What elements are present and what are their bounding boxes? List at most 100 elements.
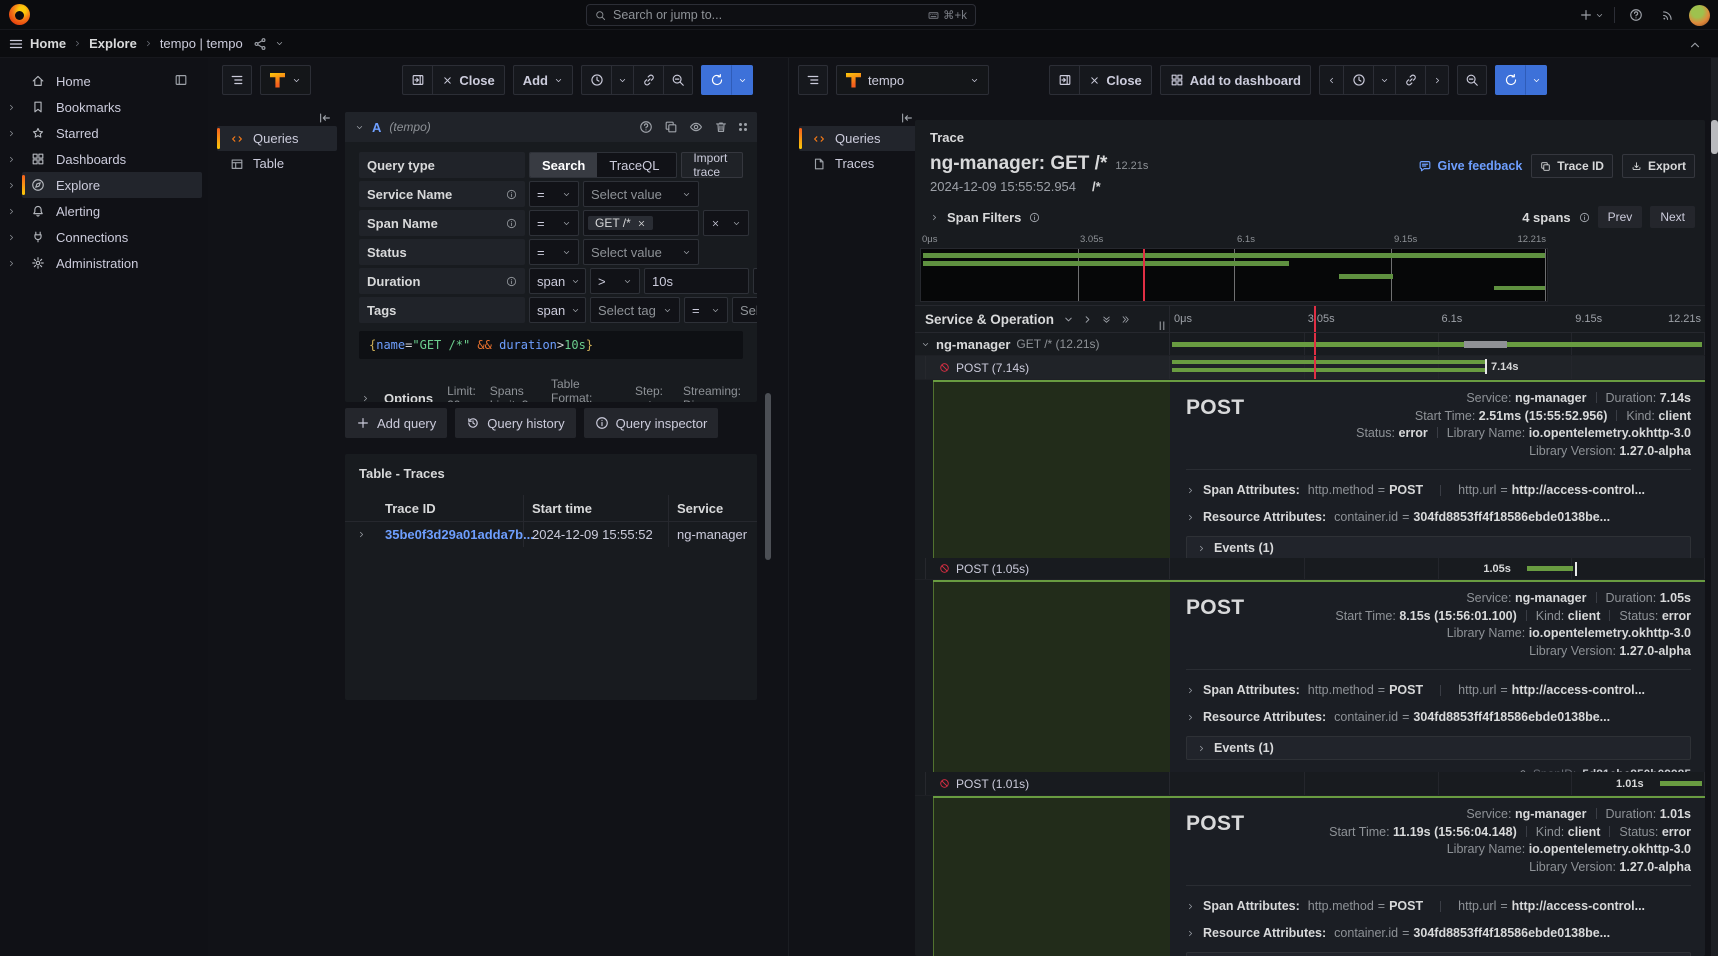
sidebar-item-administration[interactable]: Administration xyxy=(0,250,208,276)
column-trace-id[interactable]: Trace ID xyxy=(377,501,523,516)
time-picker-caret-left[interactable] xyxy=(611,65,633,95)
new-menu-button[interactable] xyxy=(1579,8,1604,22)
tags-operator[interactable]: = xyxy=(684,297,728,323)
collapse-topbar-button[interactable] xyxy=(1684,34,1706,56)
minimap-canvas[interactable] xyxy=(920,248,1548,302)
expand-all-icon[interactable] xyxy=(1120,314,1131,325)
tab-queries-left[interactable]: Queries xyxy=(217,126,337,151)
tab-traceql[interactable]: TraceQL xyxy=(597,153,671,177)
events-toggle[interactable]: Events (1) xyxy=(1186,736,1691,760)
span-bar-post-1[interactable] xyxy=(1172,360,1485,364)
expand-row-icon[interactable] xyxy=(357,530,366,539)
chevron-down-icon[interactable] xyxy=(921,340,930,349)
close-pane-button-right[interactable]: Close xyxy=(1079,65,1151,95)
column-resize-handle[interactable]: || xyxy=(1159,320,1166,330)
close-pane-button-left[interactable]: Close xyxy=(432,65,504,95)
span-name-operator[interactable]: = xyxy=(529,210,579,236)
tab-queries-right[interactable]: Queries xyxy=(799,126,919,151)
avatar[interactable] xyxy=(1689,5,1710,26)
run-query-caret-left[interactable] xyxy=(731,65,753,95)
duplicate-query-icon[interactable] xyxy=(664,120,678,134)
service-name-operator[interactable]: = xyxy=(529,181,579,207)
status-operator[interactable]: = xyxy=(529,239,579,265)
run-query-button-left[interactable] xyxy=(701,65,731,95)
page-scrollbar-thumb[interactable] xyxy=(1711,120,1718,154)
sidebar-item-starred[interactable]: Starred xyxy=(0,120,208,146)
next-result-button[interactable]: Next xyxy=(1650,206,1695,228)
collapse-sidebar-button-right[interactable] xyxy=(897,108,917,128)
events-toggle[interactable]: Events (1) xyxy=(1186,952,1691,956)
sidebar-item-dashboards[interactable]: Dashboards xyxy=(0,146,208,172)
grafana-logo-icon[interactable] xyxy=(9,4,30,25)
disable-query-icon[interactable] xyxy=(689,120,703,134)
time-picker-caret-right[interactable] xyxy=(1373,65,1395,95)
search-input[interactable]: Search or jump to... ⌘+k xyxy=(586,4,976,26)
link-button-right[interactable] xyxy=(1395,65,1425,95)
prev-result-button[interactable]: Prev xyxy=(1598,206,1643,228)
tab-table-left[interactable]: Table xyxy=(217,151,337,176)
trace-id-button[interactable]: Trace ID xyxy=(1531,154,1613,178)
query-editor-header[interactable]: A (tempo) xyxy=(345,112,757,142)
trace-minimap[interactable]: 0μs 3.05s 6.1s 9.15s 12.21s xyxy=(920,234,1548,302)
sidebar-item-alerting[interactable]: Alerting xyxy=(0,198,208,224)
panel-title[interactable]: Table - Traces xyxy=(345,454,757,481)
options-section[interactable]: Options Limit: 20 Spans Limit: 3 Table F… xyxy=(359,367,743,402)
datasource-picker-right[interactable]: tempo xyxy=(836,65,989,95)
datasource-picker-left[interactable] xyxy=(260,65,311,95)
duration-value-input[interactable]: 10s xyxy=(644,268,749,294)
resource-attributes-toggle[interactable]: Resource Attributes: container.id=304fd8… xyxy=(1186,926,1691,940)
panel-title[interactable]: Trace xyxy=(930,130,964,145)
span-filters-toggle[interactable]: Span Filters xyxy=(930,210,1040,225)
import-trace-button[interactable]: Import trace xyxy=(681,152,743,178)
resource-attributes-toggle[interactable]: Resource Attributes: container.id=304fd8… xyxy=(1186,710,1691,724)
move-pane-button-right[interactable] xyxy=(1049,65,1079,95)
tags-value-select[interactable]: Select va xyxy=(732,297,757,323)
collapse-all-icon[interactable] xyxy=(1101,314,1112,325)
left-pane-scrollbar[interactable] xyxy=(765,393,771,560)
trace-id-link[interactable]: 35be0f3d29a01adda7b... xyxy=(385,527,534,542)
resource-attributes-toggle[interactable]: Resource Attributes: container.id=304fd8… xyxy=(1186,510,1691,524)
collapse-sidebar-button[interactable] xyxy=(315,108,335,128)
table-row[interactable]: 35be0f3d29a01adda7b... 2024-12-09 15:55:… xyxy=(345,521,757,547)
span-bar-post-2[interactable] xyxy=(1527,566,1573,571)
time-picker-button-right[interactable] xyxy=(1343,65,1373,95)
mega-menu-toggle[interactable] xyxy=(2,30,30,58)
run-query-button-right[interactable] xyxy=(1495,65,1525,95)
collapse-one-icon[interactable] xyxy=(1063,314,1074,325)
span-attributes-toggle[interactable]: Span Attributes: http.method=POST http.u… xyxy=(1186,483,1691,497)
span-row-post-1[interactable]: POST (7.14s) 7.14s xyxy=(915,356,1705,380)
sidebar-item-explore[interactable]: Explore xyxy=(0,172,208,198)
chevron-down-icon[interactable] xyxy=(275,39,284,48)
remove-query-icon[interactable] xyxy=(714,120,728,134)
time-shift-back-button[interactable] xyxy=(1319,65,1343,95)
help-button[interactable] xyxy=(1625,4,1647,26)
drag-handle-icon[interactable] xyxy=(739,123,747,131)
give-feedback-link[interactable]: Give feedback xyxy=(1418,159,1523,173)
add-query-button[interactable]: Add query xyxy=(345,408,447,438)
tab-service-graph[interactable]: Service Graph xyxy=(671,153,677,177)
tab-search[interactable]: Search xyxy=(530,153,597,177)
column-start-time[interactable]: Start time xyxy=(523,495,668,521)
add-dropdown-button[interactable]: Add xyxy=(513,65,573,95)
share-icon[interactable] xyxy=(253,37,267,51)
column-service[interactable]: Service xyxy=(668,495,757,521)
content-outline-button-right[interactable] xyxy=(798,65,828,95)
page-scrollbar[interactable] xyxy=(1711,58,1718,956)
breadcrumb-explore[interactable]: Explore xyxy=(89,36,137,51)
news-button[interactable] xyxy=(1657,4,1679,26)
zoom-out-button-left[interactable] xyxy=(663,65,693,95)
move-pane-button[interactable] xyxy=(402,65,432,95)
span-bar-post-3[interactable] xyxy=(1660,781,1702,786)
span-name-clear[interactable] xyxy=(703,210,749,236)
expand-one-icon[interactable] xyxy=(1082,314,1093,325)
duration-max-operator[interactable]: < xyxy=(753,268,757,294)
content-outline-button[interactable] xyxy=(222,65,252,95)
duration-scope[interactable]: span xyxy=(529,268,586,294)
add-to-dashboard-button[interactable]: Add to dashboard xyxy=(1160,65,1311,95)
span-name-select[interactable]: GET /* xyxy=(583,210,699,236)
span-attributes-toggle[interactable]: Span Attributes: http.method=POST http.u… xyxy=(1186,899,1691,913)
span-row-post-2[interactable]: POST (1.05s) 1.05s xyxy=(915,558,1705,580)
duration-operator[interactable]: > xyxy=(590,268,640,294)
query-history-button[interactable]: Query history xyxy=(455,408,575,438)
dock-menu-button[interactable] xyxy=(174,73,188,90)
